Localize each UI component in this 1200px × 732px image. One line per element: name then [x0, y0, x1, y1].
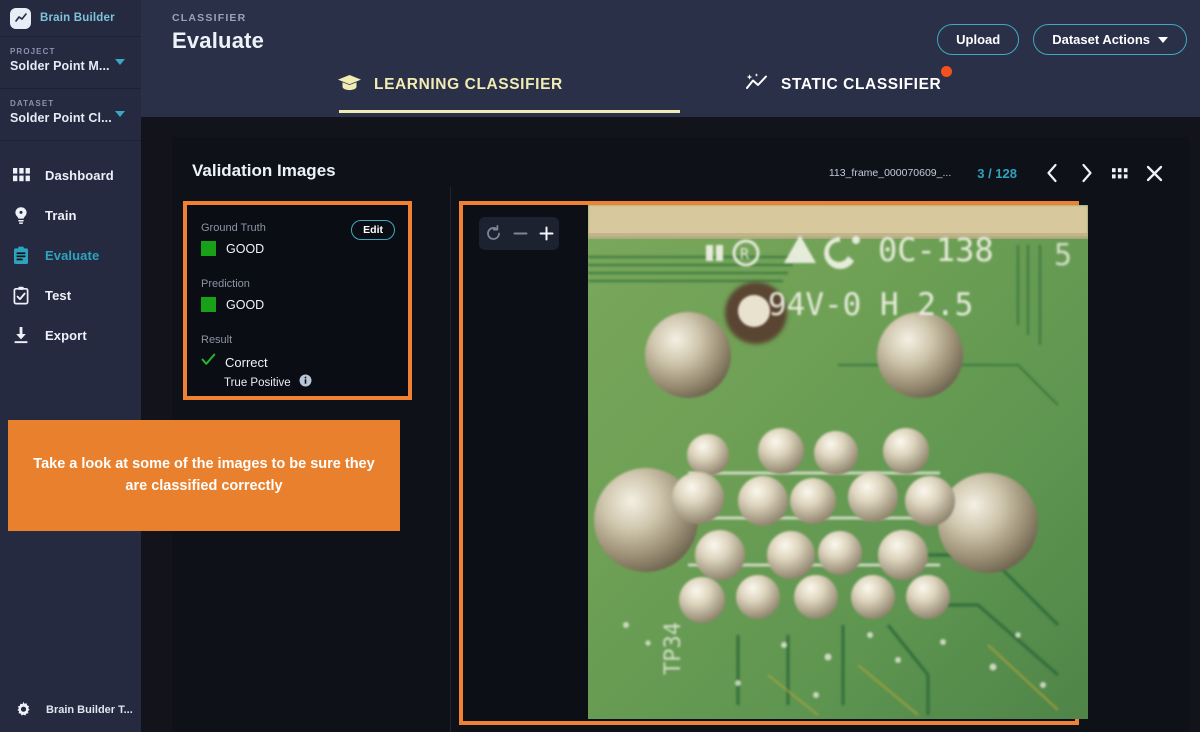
result-detail-row: True Positive	[201, 374, 394, 392]
dataset-actions-label: Dataset Actions	[1052, 32, 1150, 47]
sidebar-item-train[interactable]: Train	[0, 195, 141, 235]
sidebar-item-export[interactable]: Export	[0, 315, 141, 355]
panel-toolbar: 113_frame_000070609_... 3 / 128	[829, 160, 1171, 186]
sidebar-item-test[interactable]: Test	[0, 275, 141, 315]
edit-button-label: Edit	[363, 224, 383, 236]
onboarding-callout: Take a look at some of the images to be …	[8, 420, 400, 531]
download-icon	[11, 326, 31, 344]
svg-text:0C-138: 0C-138	[878, 231, 994, 269]
close-viewer-button[interactable]	[1137, 160, 1171, 186]
project-value: Solder Point M...	[10, 59, 110, 73]
prev-image-button[interactable]	[1035, 160, 1069, 186]
dataset-selector[interactable]: DATASET Solder Point Cl...	[0, 89, 141, 127]
upload-button-label: Upload	[956, 32, 1001, 47]
classifier-tabs: LEARNING CLASSIFIER STATIC CLASSIFIER	[141, 62, 1200, 117]
zoom-in-button[interactable]	[539, 226, 554, 241]
graduation-cap-icon	[337, 72, 362, 98]
class-color-swatch	[201, 297, 216, 312]
dataset-actions-button[interactable]: Dataset Actions	[1033, 24, 1187, 55]
sidebar-item-label: Evaluate	[45, 247, 100, 263]
result-detail: True Positive	[224, 377, 291, 389]
image-viewer: R 0C-138 94V-0 H 2.5 5 TP34	[459, 201, 1088, 725]
tab-static-classifier[interactable]: STATIC CLASSIFIER	[744, 62, 941, 108]
sidebar-item-label: Dashboard	[45, 167, 114, 183]
image-counter: 3 / 128	[977, 165, 1017, 181]
rotate-reset-icon	[486, 225, 500, 240]
tab-learning-classifier[interactable]: LEARNING CLASSIFIER	[337, 62, 563, 108]
chart-line-icon	[10, 7, 31, 29]
tab-active-underline	[339, 110, 680, 113]
chevron-down-icon[interactable]	[115, 59, 125, 65]
info-circle-icon[interactable]	[299, 374, 312, 392]
minus-icon	[513, 232, 527, 235]
dataset-value: Solder Point Cl...	[10, 111, 112, 125]
class-color-swatch	[201, 241, 216, 256]
zoom-toolbar	[479, 217, 559, 250]
edit-ground-truth-button[interactable]: Edit	[351, 220, 395, 240]
sidebar-item-label: Train	[45, 207, 77, 223]
tab-static-label: STATIC CLASSIFIER	[781, 76, 942, 93]
sidebar-item-label: Export	[45, 327, 87, 343]
clipboard-check-icon	[11, 286, 31, 305]
next-image-button[interactable]	[1069, 160, 1103, 186]
app-root: Brain Builder PROJECT Solder Point M... …	[0, 0, 1200, 732]
sidebar-item-evaluate[interactable]: Evaluate	[0, 235, 141, 275]
grid-icon	[11, 168, 31, 182]
dataset-label: DATASET	[10, 99, 55, 108]
pcb-solder-points-photo[interactable]: R 0C-138 94V-0 H 2.5 5 TP34	[588, 205, 1088, 719]
sidebar-footer-label: Brain Builder T...	[46, 703, 133, 716]
current-file-name: 113_frame_000070609_...	[828, 167, 952, 179]
svg-text:R: R	[740, 245, 750, 263]
plus-icon	[539, 226, 553, 241]
page-title: Evaluate	[172, 28, 265, 53]
project-selector[interactable]: PROJECT Solder Point M...	[0, 37, 141, 75]
sparkle-chart-icon	[744, 72, 769, 98]
sidebar-item-dashboard[interactable]: Dashboard	[0, 155, 141, 195]
prediction-label: Prediction	[201, 278, 250, 290]
chevron-left-icon	[1046, 163, 1057, 183]
callout-text: Take a look at some of the images to be …	[33, 456, 375, 494]
brand-name: Brain Builder	[40, 12, 115, 24]
reset-zoom-button[interactable]	[485, 225, 502, 242]
page-kicker: CLASSIFIER	[172, 12, 247, 24]
static-classifier-badge	[941, 66, 952, 77]
check-icon	[201, 353, 216, 371]
divider	[0, 140, 141, 141]
prediction-value-row: GOOD	[201, 297, 394, 312]
ground-truth-value: GOOD	[226, 241, 265, 256]
project-label: PROJECT	[10, 47, 56, 56]
classification-info-card: Edit Ground Truth GOOD Prediction GOOD R…	[183, 201, 412, 400]
result-label: Result	[201, 334, 233, 346]
upload-button[interactable]: Upload	[937, 24, 1020, 55]
grid-view-icon	[1112, 167, 1128, 178]
chevron-down-icon	[1158, 36, 1168, 43]
clipboard-list-icon	[11, 246, 31, 265]
svg-text:94V-0 H 2.5: 94V-0 H 2.5	[768, 287, 973, 323]
sidebar-nav: Dashboard Train Evaluate Test Export	[0, 155, 141, 355]
result-value: Correct	[225, 354, 268, 370]
svg-text:TP34: TP34	[661, 622, 686, 675]
close-icon	[1146, 165, 1162, 181]
lightbulb-icon	[11, 206, 31, 225]
gear-icon	[13, 701, 33, 718]
chevron-down-icon[interactable]	[115, 111, 125, 117]
chevron-right-icon	[1081, 163, 1092, 183]
ground-truth-value-row: GOOD	[201, 241, 394, 256]
result-value-row: Correct	[201, 353, 394, 371]
panel-title: Validation Images	[192, 161, 336, 180]
tab-learning-label: LEARNING CLASSIFIER	[374, 76, 563, 93]
top-actions: Upload Dataset Actions	[937, 24, 1187, 55]
sidebar-footer-item[interactable]: Brain Builder T...	[0, 701, 141, 732]
prediction-value: GOOD	[226, 297, 265, 312]
sidebar: Brain Builder PROJECT Solder Point M... …	[0, 0, 141, 732]
brand[interactable]: Brain Builder	[0, 0, 141, 37]
grid-view-button[interactable]	[1103, 160, 1137, 186]
svg-text:5: 5	[1054, 238, 1072, 273]
zoom-out-button[interactable]	[513, 226, 528, 241]
sidebar-item-label: Test	[45, 287, 72, 303]
